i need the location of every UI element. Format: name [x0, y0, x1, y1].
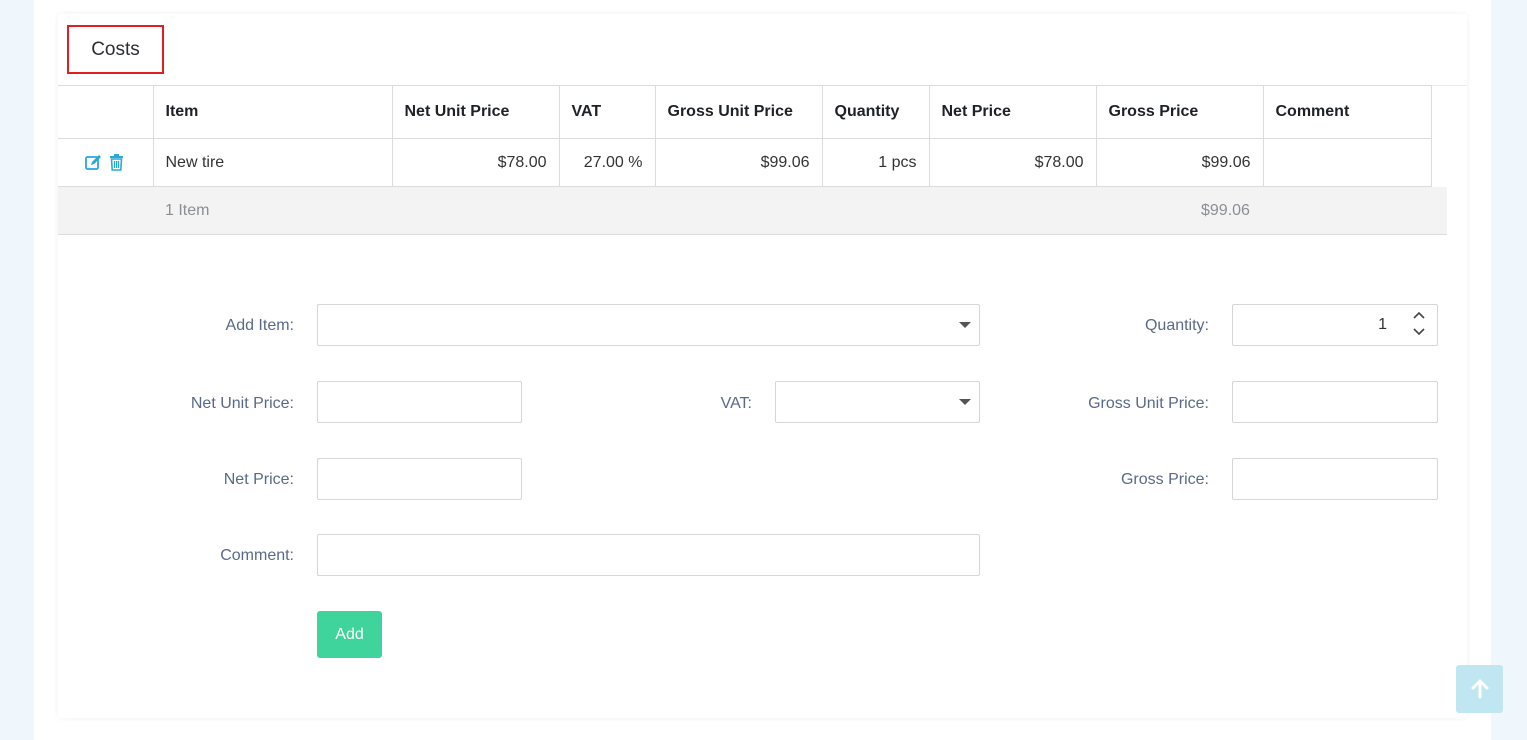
scroll-to-top-button[interactable]	[1456, 665, 1503, 713]
net-price-input[interactable]	[317, 458, 522, 500]
col-quantity[interactable]: Quantity	[821, 85, 930, 139]
comment-input[interactable]	[317, 534, 980, 576]
cell-gross-price: $99.06	[1095, 138, 1264, 187]
costs-table: Item Net Unit Price VAT Gross Unit Price…	[58, 85, 1432, 187]
trash-icon[interactable]	[108, 153, 125, 171]
net-unit-price-input[interactable]	[317, 381, 522, 423]
quantity-label: Quantity:	[1144, 317, 1209, 334]
row-actions	[58, 138, 154, 187]
gross-unit-price-label: Gross Unit Price:	[1088, 395, 1209, 412]
table-summary-row: 1 Item $99.06	[58, 187, 1447, 235]
chevron-down-icon	[959, 399, 971, 405]
table-row: New tire $78.00 27.00 % $99.06 1 pcs $78…	[58, 138, 1432, 187]
add-item-label: Add Item:	[225, 317, 294, 334]
cell-comment	[1262, 138, 1432, 187]
cell-quantity: 1 pcs	[821, 138, 930, 187]
summary-gross-total: $99.06	[1201, 202, 1250, 219]
cell-vat: 27.00 %	[558, 138, 656, 187]
quantity-stepper[interactable]: 1	[1232, 304, 1438, 346]
col-gross-price[interactable]: Gross Price	[1095, 85, 1264, 139]
cell-item: New tire	[152, 138, 393, 187]
gross-unit-price-input[interactable]	[1232, 381, 1438, 423]
cell-net-unit-price: $78.00	[391, 138, 560, 187]
add-button[interactable]: Add	[317, 611, 382, 658]
col-gross-unit-price[interactable]: Gross Unit Price	[654, 85, 823, 139]
comment-label: Comment:	[220, 547, 294, 564]
page: Costs Item Net Unit Price VAT Gross Unit…	[34, 0, 1491, 740]
net-price-label: Net Price:	[223, 471, 294, 488]
section-title: Costs	[67, 25, 164, 74]
arrow-up-icon	[1471, 679, 1488, 699]
vat-label: VAT:	[720, 395, 752, 412]
edit-icon[interactable]	[85, 154, 102, 171]
costs-card: Costs Item Net Unit Price VAT Gross Unit…	[58, 14, 1467, 718]
summary-count: 1 Item	[165, 202, 210, 219]
chevron-down-icon[interactable]	[1413, 327, 1425, 337]
chevron-down-icon	[959, 322, 971, 328]
col-net-price[interactable]: Net Price	[928, 85, 1097, 139]
gross-price-input[interactable]	[1232, 458, 1438, 500]
col-item[interactable]: Item	[152, 85, 393, 139]
cell-net-price: $78.00	[928, 138, 1097, 187]
add-item-select[interactable]	[317, 304, 980, 346]
cell-gross-unit-price: $99.06	[654, 138, 823, 187]
gross-price-label: Gross Price:	[1120, 471, 1209, 488]
col-net-unit-price[interactable]: Net Unit Price	[391, 85, 560, 139]
col-actions	[58, 85, 154, 139]
quantity-value: 1	[1378, 316, 1387, 333]
table-header-row: Item Net Unit Price VAT Gross Unit Price…	[58, 85, 1432, 139]
chevron-up-icon[interactable]	[1413, 310, 1425, 320]
net-unit-price-label: Net Unit Price:	[190, 395, 294, 412]
col-vat[interactable]: VAT	[558, 85, 656, 139]
col-comment[interactable]: Comment	[1262, 85, 1432, 139]
vat-select[interactable]	[775, 381, 980, 423]
